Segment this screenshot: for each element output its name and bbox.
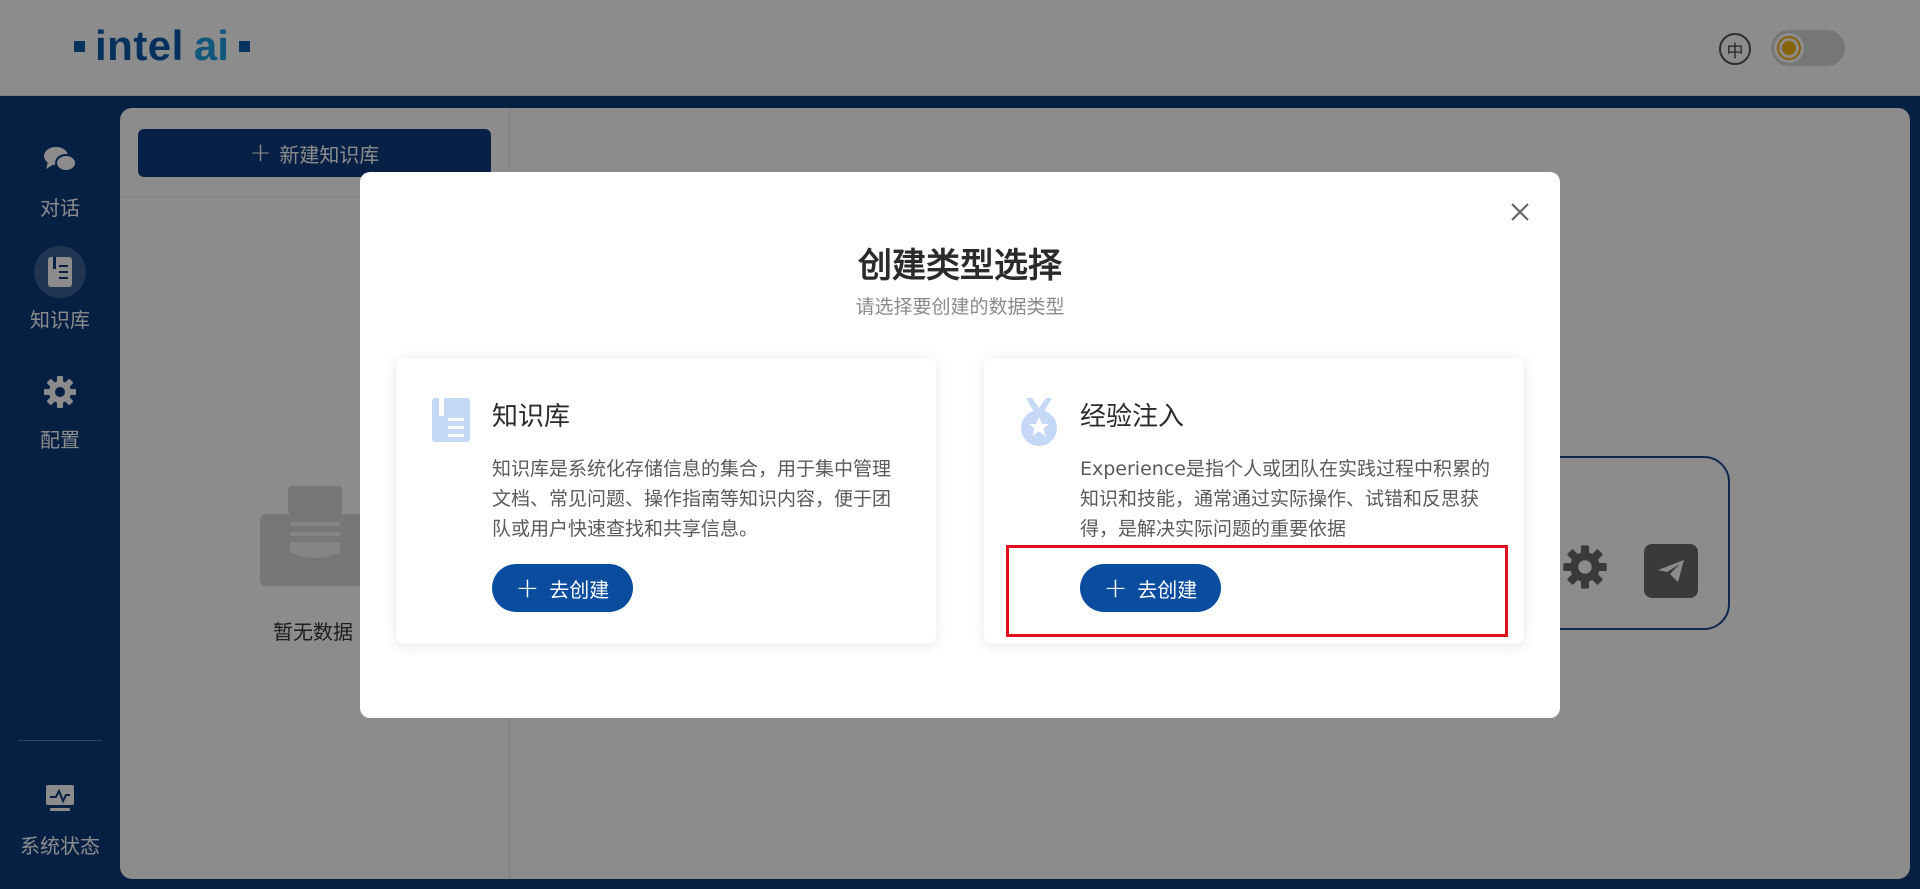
plus-icon: +	[515, 571, 540, 604]
highlight-annotation-box	[1006, 545, 1508, 637]
create-knowledge-base-button[interactable]: + 去创建	[492, 564, 633, 612]
card-description: Experience是指个人或团队在实践过程中积累的知识和技能，通常通过实际操作…	[1080, 458, 1490, 540]
card-description: 知识库是系统化存储信息的集合，用于集中管理文档、常见问题、操作指南等知识内容，便…	[492, 458, 892, 540]
medal-icon	[1018, 396, 1060, 446]
modal-title: 创建类型选择	[858, 246, 1062, 286]
modal-subtitle: 请选择要创建的数据类型	[855, 296, 1065, 318]
close-icon[interactable]	[1504, 196, 1536, 228]
document-icon	[430, 396, 472, 444]
card-title: 知识库	[492, 402, 571, 432]
card-knowledge-base: 知识库 知识库是系统化存储信息的集合，用于集中管理文档、常见问题、操作指南等知识…	[396, 358, 936, 644]
create-button-label: 去创建	[549, 577, 610, 602]
card-title: 经验注入	[1080, 402, 1185, 432]
